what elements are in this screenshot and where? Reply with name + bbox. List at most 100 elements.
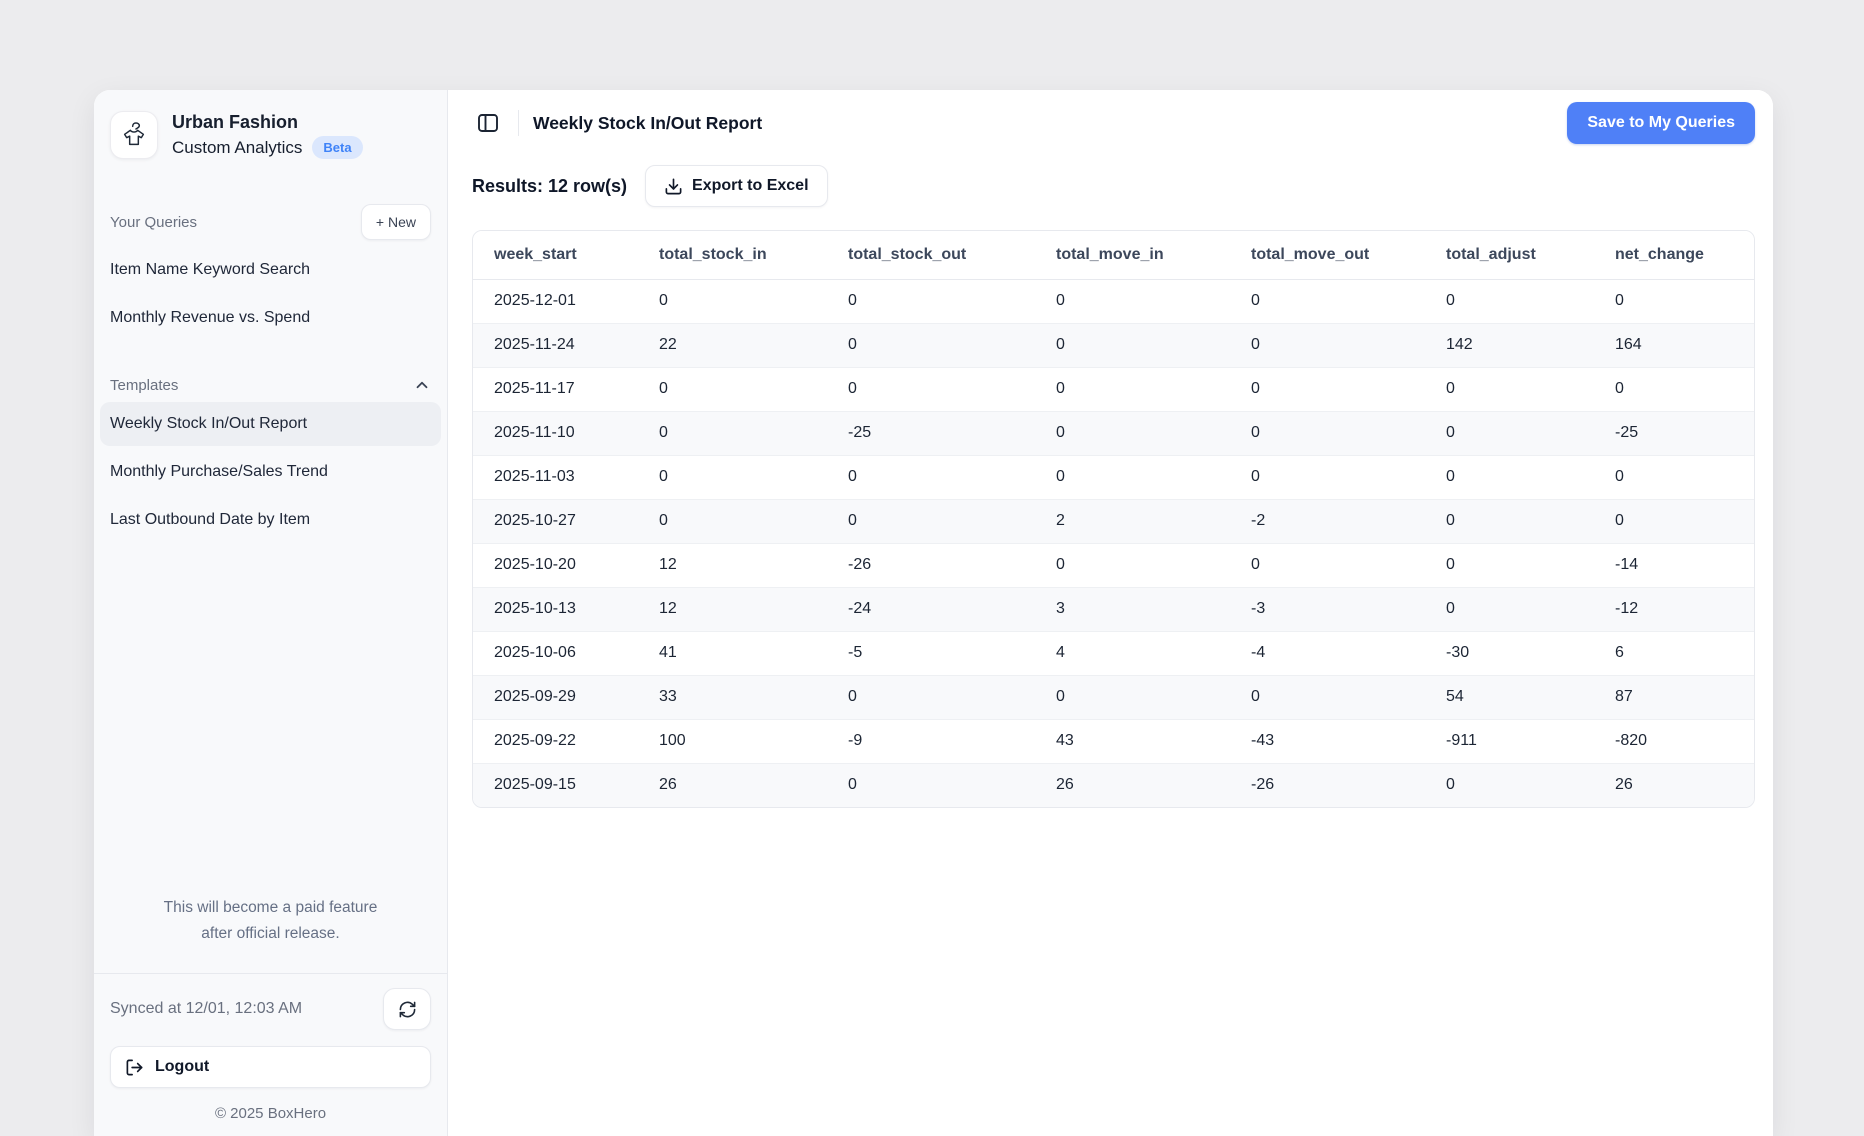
table-cell: 2025-10-06 xyxy=(473,631,638,675)
table-cell: 2025-12-01 xyxy=(473,279,638,323)
product-name: Custom Analytics xyxy=(172,135,302,160)
sidebar-toggle-button[interactable] xyxy=(472,108,504,138)
table-cell: 4 xyxy=(1035,631,1230,675)
table-cell: 142 xyxy=(1425,323,1594,367)
table-cell: 0 xyxy=(827,323,1035,367)
refresh-button[interactable] xyxy=(383,988,431,1030)
table-row: 2025-11-100-25000-25 xyxy=(473,411,1755,455)
table-row: 2025-10-0641-54-4-306 xyxy=(473,631,1755,675)
table-cell: 0 xyxy=(1594,367,1755,411)
table-cell: 0 xyxy=(638,367,827,411)
table-cell: 0 xyxy=(1425,411,1594,455)
table-row: 2025-11-17000000 xyxy=(473,367,1755,411)
table-cell: 0 xyxy=(1035,323,1230,367)
table-cell: -30 xyxy=(1425,631,1594,675)
column-header-total_adjust: total_adjust xyxy=(1425,231,1594,279)
templates-list: Weekly Stock In/Out ReportMonthly Purcha… xyxy=(94,402,447,542)
results-table-container: week_starttotal_stock_intotal_stock_outt… xyxy=(472,230,1755,808)
download-icon xyxy=(664,177,683,196)
table-cell: 0 xyxy=(1035,411,1230,455)
table-row: 2025-09-22100-943-43-911-820 xyxy=(473,719,1755,763)
table-row: 2025-11-03000000 xyxy=(473,455,1755,499)
column-header-net_change: net_change xyxy=(1594,231,1755,279)
sidebar-query-item-1[interactable]: Item Name Keyword Search xyxy=(100,248,441,292)
table-cell: 3 xyxy=(1035,587,1230,631)
table-cell: 33 xyxy=(638,675,827,719)
table-cell: 0 xyxy=(1425,455,1594,499)
table-row: 2025-12-01000000 xyxy=(473,279,1755,323)
table-cell: 0 xyxy=(1035,279,1230,323)
page-title: Weekly Stock In/Out Report xyxy=(533,113,762,134)
table-cell: 0 xyxy=(1594,279,1755,323)
table-cell: 2 xyxy=(1035,499,1230,543)
table-cell: 0 xyxy=(827,675,1035,719)
table-cell: 12 xyxy=(638,543,827,587)
table-cell: 0 xyxy=(1594,455,1755,499)
chevron-up-icon[interactable] xyxy=(413,376,431,394)
results-count: Results: 12 row(s) xyxy=(472,176,627,197)
table-cell: -4 xyxy=(1230,631,1425,675)
shirt-on-hanger-icon xyxy=(118,119,150,151)
logout-button[interactable]: Logout xyxy=(110,1046,431,1088)
beta-badge: Beta xyxy=(312,136,362,159)
table-cell: 0 xyxy=(1425,763,1594,807)
table-cell: 2025-10-13 xyxy=(473,587,638,631)
copyright: © 2025 BoxHero xyxy=(94,1088,447,1136)
table-cell: 2025-10-20 xyxy=(473,543,638,587)
workspace-name: Urban Fashion xyxy=(172,110,363,135)
results-table: week_starttotal_stock_intotal_stock_outt… xyxy=(473,231,1755,807)
table-cell: 12 xyxy=(638,587,827,631)
table-cell: 0 xyxy=(1035,675,1230,719)
table-cell: 0 xyxy=(827,763,1035,807)
sidebar-template-item-1[interactable]: Weekly Stock In/Out Report xyxy=(100,402,441,446)
sidebar-query-item-2[interactable]: Monthly Revenue vs. Spend xyxy=(100,296,441,340)
templates-section-header: Templates xyxy=(94,376,447,394)
table-cell: 43 xyxy=(1035,719,1230,763)
table-cell: 22 xyxy=(638,323,827,367)
brand: Urban Fashion Custom Analytics Beta xyxy=(94,90,447,160)
app-window: Urban Fashion Custom Analytics Beta Your… xyxy=(94,90,1773,1136)
templates-label: Templates xyxy=(110,377,178,394)
table-cell: -25 xyxy=(1594,411,1755,455)
table-cell: 0 xyxy=(1230,367,1425,411)
sidebar-template-item-3[interactable]: Last Outbound Date by Item xyxy=(100,498,441,542)
table-cell: -2 xyxy=(1230,499,1425,543)
results-row: Results: 12 row(s) Export to Excel xyxy=(472,164,1755,208)
column-header-total_stock_in: total_stock_in xyxy=(638,231,827,279)
table-cell: -26 xyxy=(827,543,1035,587)
table-cell: 41 xyxy=(638,631,827,675)
table-cell: -14 xyxy=(1594,543,1755,587)
table-cell: -43 xyxy=(1230,719,1425,763)
table-cell: 0 xyxy=(1425,279,1594,323)
new-query-button[interactable]: + New xyxy=(361,204,431,240)
table-cell: 2025-09-22 xyxy=(473,719,638,763)
table-row: 2025-11-2422000142164 xyxy=(473,323,1755,367)
table-row: 2025-09-29330005487 xyxy=(473,675,1755,719)
table-row: 2025-09-1526026-26026 xyxy=(473,763,1755,807)
table-cell: 164 xyxy=(1594,323,1755,367)
table-body: 2025-12-010000002025-11-2422000142164202… xyxy=(473,279,1755,807)
sidebar-template-item-2[interactable]: Monthly Purchase/Sales Trend xyxy=(100,450,441,494)
table-cell: 0 xyxy=(1594,499,1755,543)
save-to-my-queries-button[interactable]: Save to My Queries xyxy=(1567,102,1755,144)
table-cell: 0 xyxy=(827,367,1035,411)
table-cell: 0 xyxy=(1425,367,1594,411)
logout-icon xyxy=(125,1058,144,1077)
table-cell: -820 xyxy=(1594,719,1755,763)
main-panel: Weekly Stock In/Out Report Save to My Qu… xyxy=(448,90,1773,1136)
table-cell: 2025-11-03 xyxy=(473,455,638,499)
column-header-total_move_in: total_move_in xyxy=(1035,231,1230,279)
table-cell: 26 xyxy=(638,763,827,807)
refresh-icon xyxy=(398,1000,417,1019)
export-button-label: Export to Excel xyxy=(692,177,808,195)
table-cell: -5 xyxy=(827,631,1035,675)
table-cell: 0 xyxy=(827,455,1035,499)
column-header-total_move_out: total_move_out xyxy=(1230,231,1425,279)
your-queries-section-header: Your Queries + New xyxy=(94,204,447,240)
table-cell: -24 xyxy=(827,587,1035,631)
export-to-excel-button[interactable]: Export to Excel xyxy=(645,165,827,207)
table-cell: 0 xyxy=(1035,367,1230,411)
panel-left-icon xyxy=(476,111,500,135)
table-cell: 0 xyxy=(638,279,827,323)
workspace-logo xyxy=(110,111,158,159)
